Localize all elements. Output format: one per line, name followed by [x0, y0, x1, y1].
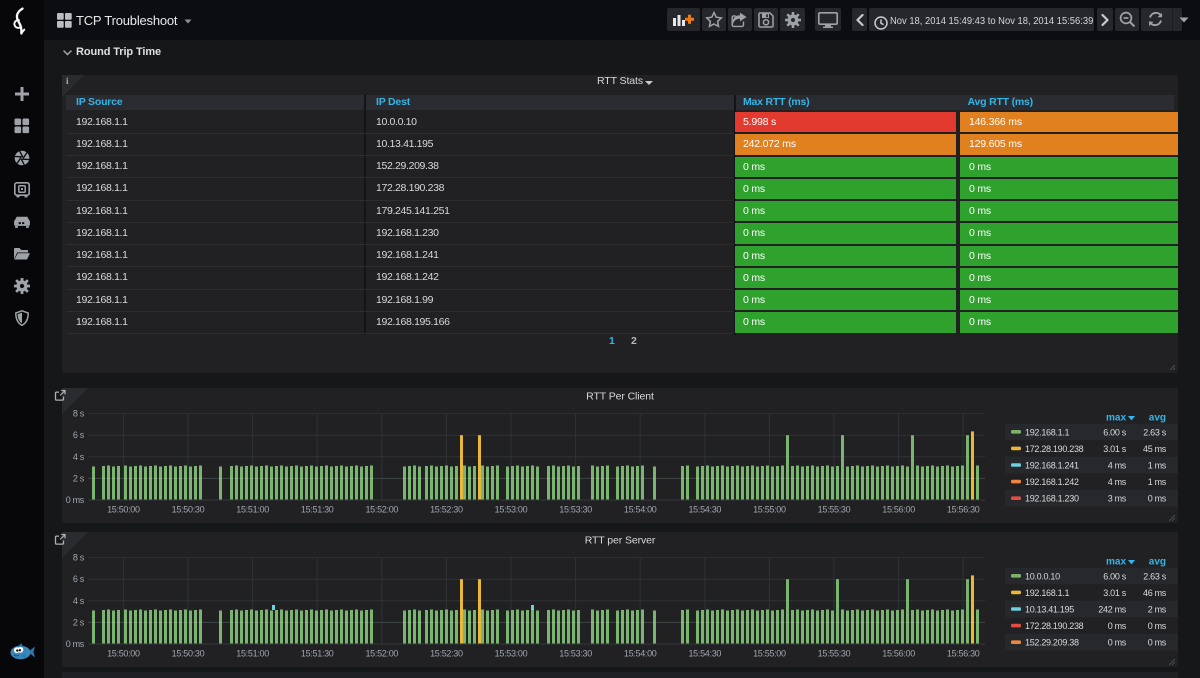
svg-text:192.168.1.230: 192.168.1.230	[1025, 494, 1079, 504]
svg-text:172.28.190.238: 172.28.190.238	[1025, 444, 1084, 454]
svg-text:15:55:30: 15:55:30	[818, 649, 851, 659]
svg-text:2 s: 2 s	[73, 617, 85, 627]
svg-text:2 ms: 2 ms	[1148, 605, 1167, 615]
svg-text:15:53:00: 15:53:00	[495, 505, 528, 515]
svg-text:4 s: 4 s	[73, 452, 85, 462]
svg-text:avg: avg	[1149, 413, 1166, 424]
svg-text:15:52:00: 15:52:00	[365, 505, 398, 515]
svg-text:10.0.0.10: 10.0.0.10	[1025, 571, 1060, 581]
svg-text:15:53:30: 15:53:30	[559, 505, 592, 515]
svg-text:RTT per Server: RTT per Server	[585, 535, 656, 547]
svg-text:0 ms: 0 ms	[66, 639, 85, 649]
svg-text:15:51:00: 15:51:00	[236, 505, 269, 515]
svg-text:6.00 s: 6.00 s	[1103, 427, 1127, 437]
svg-text:avg: avg	[1149, 557, 1166, 568]
svg-text:15:55:00: 15:55:00	[753, 505, 786, 515]
svg-text:0 ms: 0 ms	[66, 495, 85, 505]
svg-text:4 ms: 4 ms	[1108, 461, 1127, 471]
svg-text:0 ms: 0 ms	[1108, 621, 1127, 631]
svg-text:3.01 s: 3.01 s	[1103, 444, 1127, 454]
svg-text:max: max	[1106, 557, 1126, 568]
svg-text:15:54:30: 15:54:30	[688, 649, 721, 659]
svg-text:6 s: 6 s	[73, 574, 85, 584]
svg-text:4 ms: 4 ms	[1108, 477, 1127, 487]
svg-text:192.168.1.1: 192.168.1.1	[1025, 588, 1070, 598]
svg-text:15:51:00: 15:51:00	[236, 649, 269, 659]
svg-text:192.168.1.241: 192.168.1.241	[1025, 461, 1079, 471]
svg-text:1 ms: 1 ms	[1148, 477, 1167, 487]
svg-text:192.168.1.1: 192.168.1.1	[1025, 427, 1070, 437]
svg-text:15:52:30: 15:52:30	[430, 649, 463, 659]
svg-text:3 ms: 3 ms	[1108, 494, 1127, 504]
svg-text:15:53:30: 15:53:30	[559, 649, 592, 659]
svg-text:2.63 s: 2.63 s	[1143, 571, 1167, 581]
svg-text:0 ms: 0 ms	[1108, 638, 1127, 648]
svg-text:15:50:30: 15:50:30	[172, 649, 205, 659]
svg-text:15:56:30: 15:56:30	[947, 505, 980, 515]
svg-text:15:53:00: 15:53:00	[495, 649, 528, 659]
svg-text:0 ms: 0 ms	[1148, 494, 1167, 504]
svg-text:15:50:00: 15:50:00	[107, 649, 140, 659]
svg-text:1 ms: 1 ms	[1148, 461, 1167, 471]
svg-text:8 s: 8 s	[73, 409, 85, 419]
svg-text:15:56:00: 15:56:00	[882, 505, 915, 515]
svg-text:192.168.1.242: 192.168.1.242	[1025, 477, 1079, 487]
svg-text:15:52:30: 15:52:30	[430, 505, 463, 515]
svg-text:45 ms: 45 ms	[1143, 444, 1167, 454]
svg-text:15:56:00: 15:56:00	[882, 649, 915, 659]
svg-text:15:54:30: 15:54:30	[688, 505, 721, 515]
svg-text:15:50:30: 15:50:30	[172, 505, 205, 515]
svg-text:15:55:30: 15:55:30	[818, 505, 851, 515]
svg-text:15:54:00: 15:54:00	[624, 649, 657, 659]
svg-text:max: max	[1106, 413, 1126, 424]
svg-text:15:56:30: 15:56:30	[947, 649, 980, 659]
svg-text:2.63 s: 2.63 s	[1143, 427, 1167, 437]
svg-text:172.28.190.238: 172.28.190.238	[1025, 621, 1084, 631]
svg-text:4 s: 4 s	[73, 596, 85, 606]
svg-text:10.13.41.195: 10.13.41.195	[1025, 605, 1074, 615]
svg-text:3.01 s: 3.01 s	[1103, 588, 1127, 598]
svg-text:152.29.209.38: 152.29.209.38	[1025, 638, 1079, 648]
svg-text:15:50:00: 15:50:00	[107, 505, 140, 515]
svg-text:242 ms: 242 ms	[1098, 605, 1127, 615]
svg-text:15:51:30: 15:51:30	[301, 649, 334, 659]
svg-text:0 ms: 0 ms	[1148, 621, 1167, 631]
svg-text:0 ms: 0 ms	[1148, 638, 1167, 648]
svg-text:15:52:00: 15:52:00	[365, 649, 398, 659]
svg-text:15:51:30: 15:51:30	[301, 505, 334, 515]
svg-text:6.00 s: 6.00 s	[1103, 571, 1127, 581]
svg-text:2 s: 2 s	[73, 473, 85, 483]
svg-text:15:55:00: 15:55:00	[753, 649, 786, 659]
svg-text:46 ms: 46 ms	[1143, 588, 1167, 598]
svg-text:RTT Per Client: RTT Per Client	[586, 391, 654, 403]
svg-text:6 s: 6 s	[73, 430, 85, 440]
svg-text:15:54:00: 15:54:00	[624, 505, 657, 515]
svg-text:8 s: 8 s	[73, 553, 85, 563]
